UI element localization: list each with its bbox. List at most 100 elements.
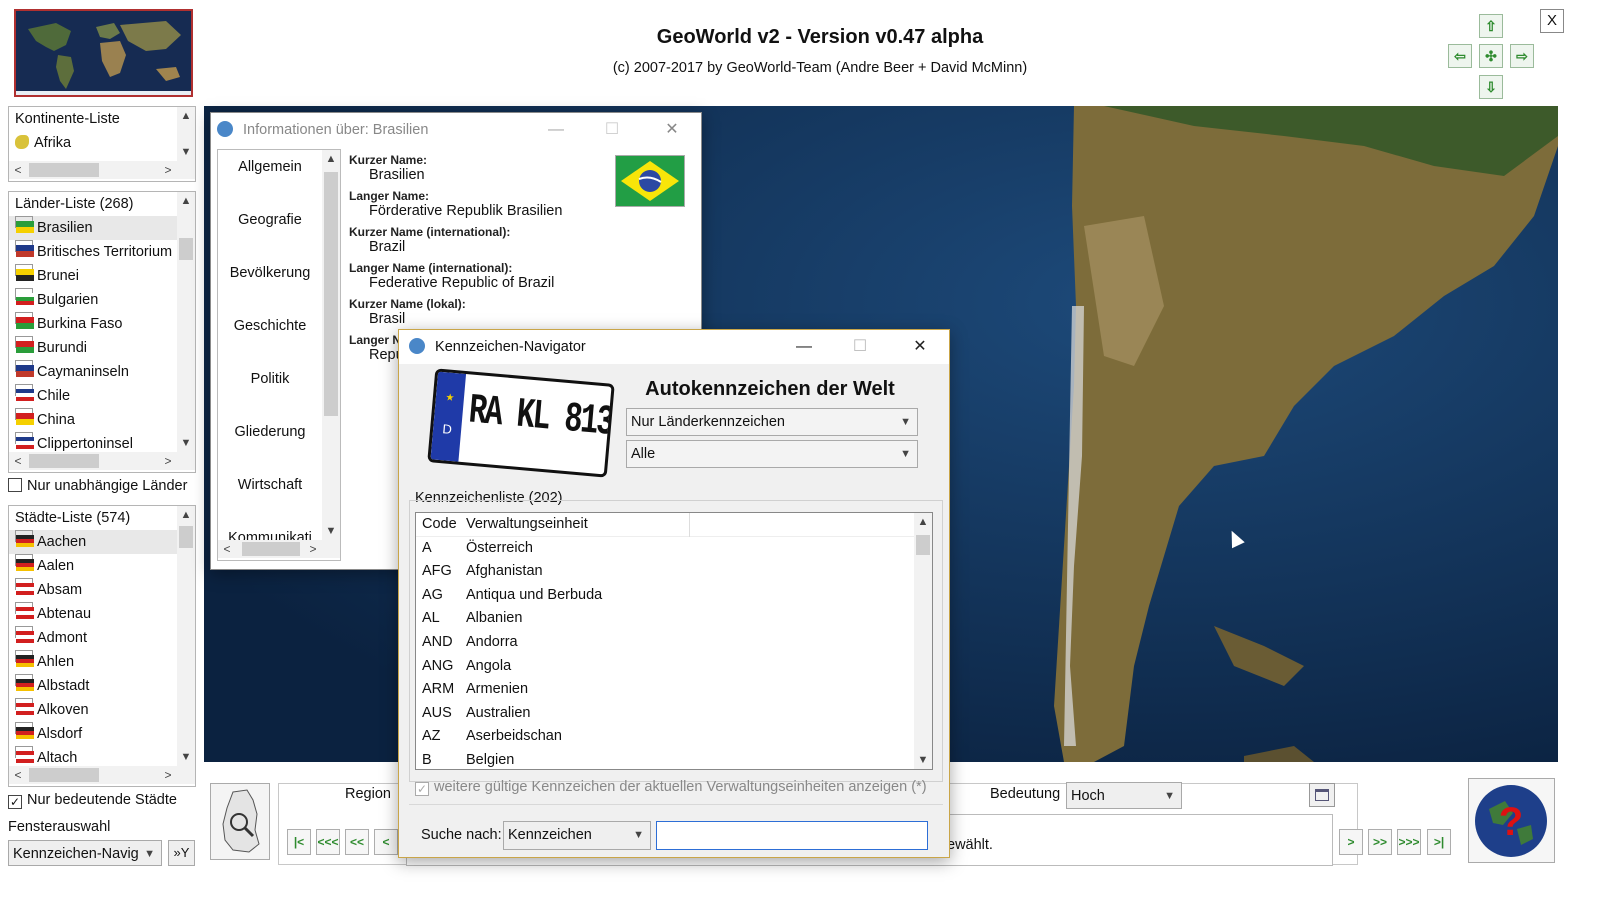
table-row[interactable]: AUS Australien <box>416 702 932 726</box>
list-item[interactable]: Aachen <box>9 530 195 554</box>
app-close-button[interactable]: X <box>1540 9 1564 33</box>
continent-list[interactable]: Kontinente-Liste Afrika ▲ ▼ < > <box>8 106 196 182</box>
scroll-down-icon[interactable]: ▼ <box>177 748 195 766</box>
scroll-up-icon[interactable]: ▲ <box>177 107 195 125</box>
list-item[interactable]: Bulgarien <box>9 288 195 312</box>
meaning-dropdown[interactable]: Hoch ▼ <box>1066 782 1182 809</box>
country-list[interactable]: Länder-Liste (268) Brasilien Britisches T… <box>8 191 196 473</box>
scroll-right-icon[interactable]: > <box>304 540 322 558</box>
scroll-left-icon[interactable]: < <box>218 540 236 558</box>
close-icon[interactable]: ✕ <box>649 113 695 147</box>
list-item[interactable]: Aalen <box>9 554 195 578</box>
list-item[interactable]: Admont <box>9 626 195 650</box>
search-input[interactable] <box>656 821 928 850</box>
tab-vscroll[interactable]: ▲ ▼ <box>322 150 340 540</box>
window-select-dropdown[interactable]: Kennzeichen-Navig ▼ <box>8 840 162 866</box>
show-more-plates-checkbox[interactable]: ✓ weitere gültige Kennzeichen der aktuell… <box>415 779 927 796</box>
table-row[interactable]: AG Antiqua und Berbuda <box>416 584 932 608</box>
table-row[interactable]: ANG Angola <box>416 655 932 679</box>
pan-down-button[interactable]: ⇩ <box>1479 75 1503 99</box>
checkbox-checked-icon[interactable]: ✓ <box>415 782 429 796</box>
list-item[interactable]: Burkina Faso <box>9 312 195 336</box>
plate-table-vscroll[interactable]: ▲ ▼ <box>914 513 932 769</box>
close-icon[interactable]: ✕ <box>897 330 943 364</box>
list-item[interactable]: China <box>9 408 195 432</box>
table-row[interactable]: AZ Aserbeidschan <box>416 725 932 749</box>
pan-left-button[interactable]: ⇦ <box>1448 44 1472 68</box>
nav-forward-far-button[interactable]: >>> <box>1397 829 1421 855</box>
nav-first-button[interactable]: |< <box>287 829 311 855</box>
scroll-right-icon[interactable]: > <box>159 766 177 784</box>
scroll-down-icon[interactable]: ▼ <box>322 522 340 540</box>
plate-navigator-window[interactable]: Kennzeichen-Navigator — ☐ ✕ ★ D RA KL 81… <box>398 329 950 858</box>
minimize-icon[interactable]: — <box>533 113 579 147</box>
city-list-vscroll[interactable]: ▲ ▼ <box>177 506 195 766</box>
help-globe-button[interactable]: ? <box>1468 778 1555 863</box>
list-item[interactable]: Brasilien <box>9 216 195 240</box>
list-item[interactable]: Abtenau <box>9 602 195 626</box>
nav-back-more-button[interactable]: << <box>345 829 369 855</box>
table-row[interactable]: B Belgien <box>416 749 932 769</box>
maximize-icon[interactable]: ☐ <box>837 330 883 364</box>
list-item[interactable]: Britisches Territorium <box>9 240 195 264</box>
scroll-down-icon[interactable]: ▼ <box>177 143 195 161</box>
scroll-up-icon[interactable]: ▲ <box>177 506 195 524</box>
nav-back-far-button[interactable]: <<< <box>316 829 340 855</box>
list-item[interactable]: Burundi <box>9 336 195 360</box>
scroll-up-icon[interactable]: ▲ <box>322 150 340 168</box>
info-tab-list[interactable]: Allgemein Geografie Bevölkerung Geschichte P… <box>217 149 341 561</box>
plate-region-dropdown[interactable]: Alle ▼ <box>626 440 918 468</box>
table-row[interactable]: AFG Afghanistan <box>416 560 932 584</box>
checkbox-checked-icon[interactable]: ✓ <box>8 795 22 809</box>
pan-up-button[interactable]: ⇧ <box>1479 14 1503 38</box>
center-view-button[interactable]: ✣ <box>1479 44 1503 68</box>
table-row[interactable]: AL Albanien <box>416 607 932 631</box>
window-switch-button[interactable]: »Y <box>168 840 195 866</box>
nav-forward-button[interactable]: > <box>1339 829 1363 855</box>
continent-list-hscroll[interactable]: < > <box>9 161 195 179</box>
continent-list-vscroll[interactable]: ▲ ▼ <box>177 107 195 161</box>
search-type-dropdown[interactable]: Kennzeichen ▼ <box>503 821 651 850</box>
plate-table[interactable]: Code Verwaltungseinheit A Österreich AFG Afg… <box>415 512 933 770</box>
nav-last-button[interactable]: >| <box>1427 829 1451 855</box>
tab-hscroll[interactable]: < > <box>218 540 340 558</box>
country-list-hscroll[interactable]: < > <box>9 452 195 470</box>
column-header-code[interactable]: Code <box>416 513 466 537</box>
pan-right-button[interactable]: ⇨ <box>1510 44 1534 68</box>
scroll-left-icon[interactable]: < <box>9 766 27 784</box>
scroll-right-icon[interactable]: > <box>159 452 177 470</box>
nav-forward-more-button[interactable]: >> <box>1368 829 1392 855</box>
nav-back-button[interactable]: < <box>374 829 398 855</box>
calendar-icon[interactable] <box>1309 783 1335 807</box>
list-item[interactable]: Ahlen <box>9 650 195 674</box>
plate-filter-dropdown[interactable]: Nur Länderkennzeichen ▼ <box>626 408 918 436</box>
scroll-up-icon[interactable]: ▲ <box>914 513 932 531</box>
table-row[interactable]: A Österreich <box>416 537 932 561</box>
list-item[interactable]: Alsdorf <box>9 722 195 746</box>
list-item[interactable]: Caymaninseln <box>9 360 195 384</box>
scroll-down-icon[interactable]: ▼ <box>177 434 195 452</box>
list-item[interactable]: Absam <box>9 578 195 602</box>
country-list-vscroll[interactable]: ▲ ▼ <box>177 192 195 452</box>
column-header-unit[interactable]: Verwaltungseinheit <box>466 513 690 537</box>
city-list-hscroll[interactable]: < > <box>9 766 195 784</box>
only-independent-checkbox[interactable]: Nur unabhängige Länder <box>8 478 187 494</box>
region-map-button[interactable] <box>210 783 270 860</box>
table-row[interactable]: ARM Armenien <box>416 678 932 702</box>
list-item[interactable]: Alkoven <box>9 698 195 722</box>
scroll-left-icon[interactable]: < <box>9 452 27 470</box>
list-item[interactable]: Afrika <box>9 131 195 155</box>
minimize-icon[interactable]: — <box>781 330 827 364</box>
list-item[interactable]: Chile <box>9 384 195 408</box>
only-important-checkbox[interactable]: ✓ Nur bedeutende Städte <box>8 792 177 809</box>
world-map-thumbnail[interactable] <box>14 9 193 97</box>
maximize-icon[interactable]: ☐ <box>589 113 635 147</box>
list-item[interactable]: Brunei <box>9 264 195 288</box>
checkbox-unchecked-icon[interactable] <box>8 478 22 492</box>
scroll-right-icon[interactable]: > <box>159 161 177 179</box>
scroll-left-icon[interactable]: < <box>9 161 27 179</box>
scroll-up-icon[interactable]: ▲ <box>177 192 195 210</box>
city-list[interactable]: Städte-Liste (574) Aachen Aalen Absam Abten… <box>8 505 196 787</box>
scroll-down-icon[interactable]: ▼ <box>914 751 932 769</box>
table-row[interactable]: AND Andorra <box>416 631 932 655</box>
